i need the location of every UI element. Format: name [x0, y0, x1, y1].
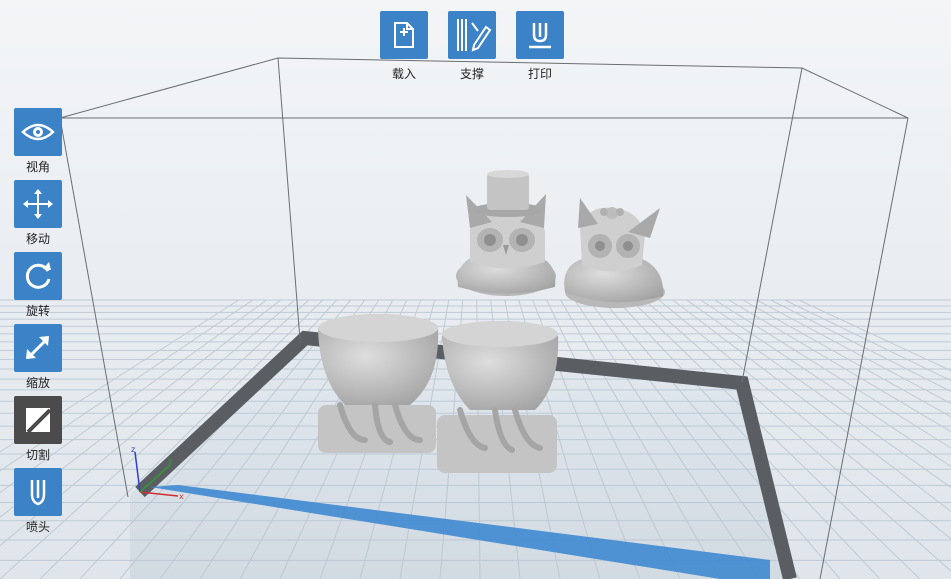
eye-icon	[21, 123, 55, 141]
load-label: 载入	[391, 67, 416, 81]
viewport-3d[interactable]: z x y	[0, 0, 951, 579]
view-label: 视角	[25, 160, 50, 174]
nozzle-icon	[30, 480, 46, 506]
support-pencil-icon	[457, 19, 492, 52]
add-file-icon	[394, 22, 414, 48]
nozzle-print-icon	[529, 23, 551, 49]
axis-x-label: x	[179, 492, 184, 501]
rotate-label: 旋转	[25, 304, 50, 318]
cut-button[interactable]	[14, 396, 62, 444]
rotate-button[interactable]	[14, 252, 62, 300]
load-button[interactable]	[380, 11, 428, 59]
axis-y-label: y	[168, 456, 173, 465]
axis-z-label: z	[131, 445, 135, 454]
owl-body-left-model[interactable]	[318, 314, 439, 453]
move-label: 移动	[25, 232, 50, 246]
support-label: 支撑	[459, 67, 484, 81]
cut-label: 切割	[25, 448, 50, 462]
move-arrows-icon	[23, 189, 53, 219]
support-button[interactable]	[448, 11, 496, 59]
view-button[interactable]	[14, 108, 62, 156]
scale-diagonal-icon	[26, 336, 50, 360]
scale-label: 缩放	[25, 376, 50, 390]
nozzle-label: 喷头	[25, 520, 50, 534]
nozzle-button[interactable]	[14, 468, 62, 516]
cut-icon	[26, 408, 52, 434]
scale-button[interactable]	[14, 324, 62, 372]
print-button[interactable]	[516, 11, 564, 59]
rotate-icon	[25, 262, 51, 289]
print-label: 打印	[527, 67, 552, 81]
move-button[interactable]	[14, 180, 62, 228]
